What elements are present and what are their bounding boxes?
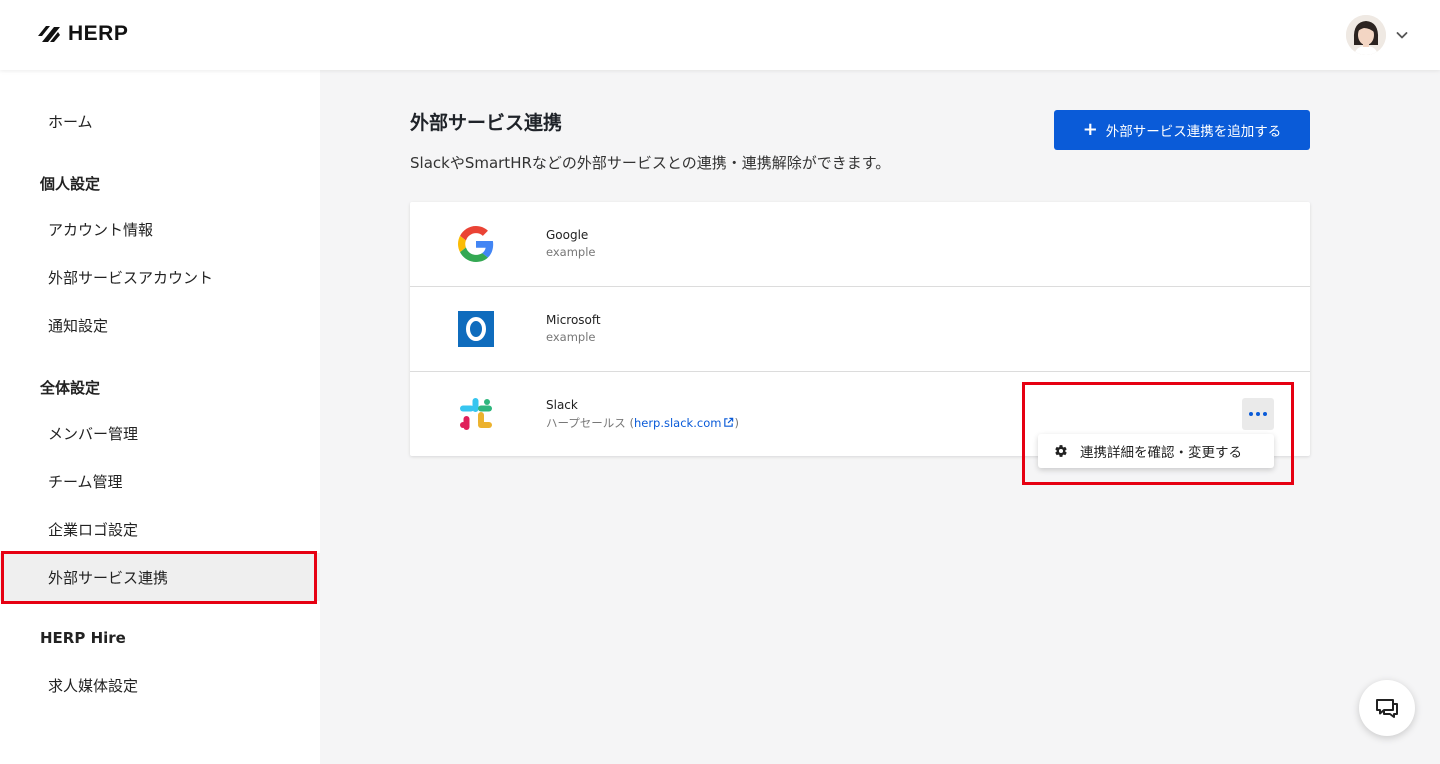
dropdown-item-label: 連携詳細を確認・変更する: [1080, 445, 1242, 461]
sidebar-item-home[interactable]: ホーム: [0, 97, 320, 145]
sidebar-item-teams[interactable]: チーム管理: [0, 457, 320, 505]
outlook-logo-icon: [458, 311, 494, 347]
service-name: Microsoft: [546, 313, 601, 327]
integration-list: Google example Microsoft example Slack ハ…: [410, 202, 1310, 456]
dropdown-item-integration-details[interactable]: 連携詳細を確認・変更する: [1038, 434, 1274, 468]
integration-row-google: Google example: [410, 202, 1310, 287]
workspace-link-text: herp.slack.com: [633, 416, 722, 430]
user-menu[interactable]: [1346, 15, 1410, 55]
more-options-button[interactable]: [1242, 398, 1274, 430]
service-account: example: [546, 245, 596, 259]
more-dot: [1249, 412, 1253, 416]
slack-logo-icon: [458, 396, 494, 432]
add-integration-label: 外部サービス連携を追加する: [1105, 124, 1282, 140]
service-name: Google: [546, 228, 589, 242]
user-avatar-icon: [1346, 15, 1386, 55]
more-dot: [1263, 412, 1267, 416]
service-account: example: [546, 330, 596, 344]
chevron-down-icon[interactable]: [1394, 27, 1410, 43]
page-description: SlackやSmartHRなどの外部サービスとの連携・連携解除ができます。: [410, 154, 891, 172]
avatar[interactable]: [1346, 15, 1386, 55]
sidebar-heading-personal: 個人設定: [40, 175, 101, 193]
service-name: Slack: [546, 398, 578, 412]
herp-logo[interactable]: HERP: [36, 22, 128, 46]
plus-icon: +: [1082, 119, 1098, 140]
main-content: 外部サービス連携 SlackやSmartHRなどの外部サービスとの連携・連携解除…: [320, 70, 1440, 764]
external-link-icon: [724, 417, 734, 427]
sidebar-item-external-integrations[interactable]: 外部サービス連携: [0, 553, 320, 601]
google-logo-icon: [458, 226, 494, 262]
herp-logo-icon: [38, 26, 60, 42]
workspace-suffix: ): [734, 416, 739, 430]
chat-bubble-icon: [1376, 699, 1398, 718]
sidebar-heading-global: 全体設定: [40, 379, 101, 397]
chat-support-button[interactable]: [1359, 680, 1415, 736]
top-header: HERP: [0, 0, 1440, 70]
add-integration-button[interactable]: + 外部サービス連携を追加する: [1054, 110, 1310, 150]
sidebar-item-company-logo[interactable]: 企業ロゴ設定: [0, 505, 320, 553]
service-account: ハープセールス (herp.slack.com): [546, 415, 739, 431]
workspace-name: ハープセールス (: [546, 416, 634, 430]
integration-row-microsoft: Microsoft example: [410, 287, 1310, 372]
brand-name: HERP: [68, 22, 129, 45]
sidebar-heading-herp-hire: HERP Hire: [40, 629, 126, 647]
page-title: 外部サービス連携: [410, 112, 563, 134]
gear-icon: [1055, 445, 1067, 457]
more-dot: [1256, 412, 1260, 416]
sidebar-item-job-media[interactable]: 求人媒体設定: [0, 661, 320, 709]
workspace-link[interactable]: herp.slack.com: [634, 416, 734, 430]
sidebar-item-external-accounts[interactable]: 外部サービスアカウント: [0, 253, 320, 301]
sidebar-item-members[interactable]: メンバー管理: [0, 409, 320, 457]
sidebar-item-account-info[interactable]: アカウント情報: [0, 205, 320, 253]
sidebar-item-notifications[interactable]: 通知設定: [0, 301, 320, 349]
sidebar: ホーム 個人設定 アカウント情報 外部サービスアカウント 通知設定 全体設定 メ…: [0, 70, 320, 764]
